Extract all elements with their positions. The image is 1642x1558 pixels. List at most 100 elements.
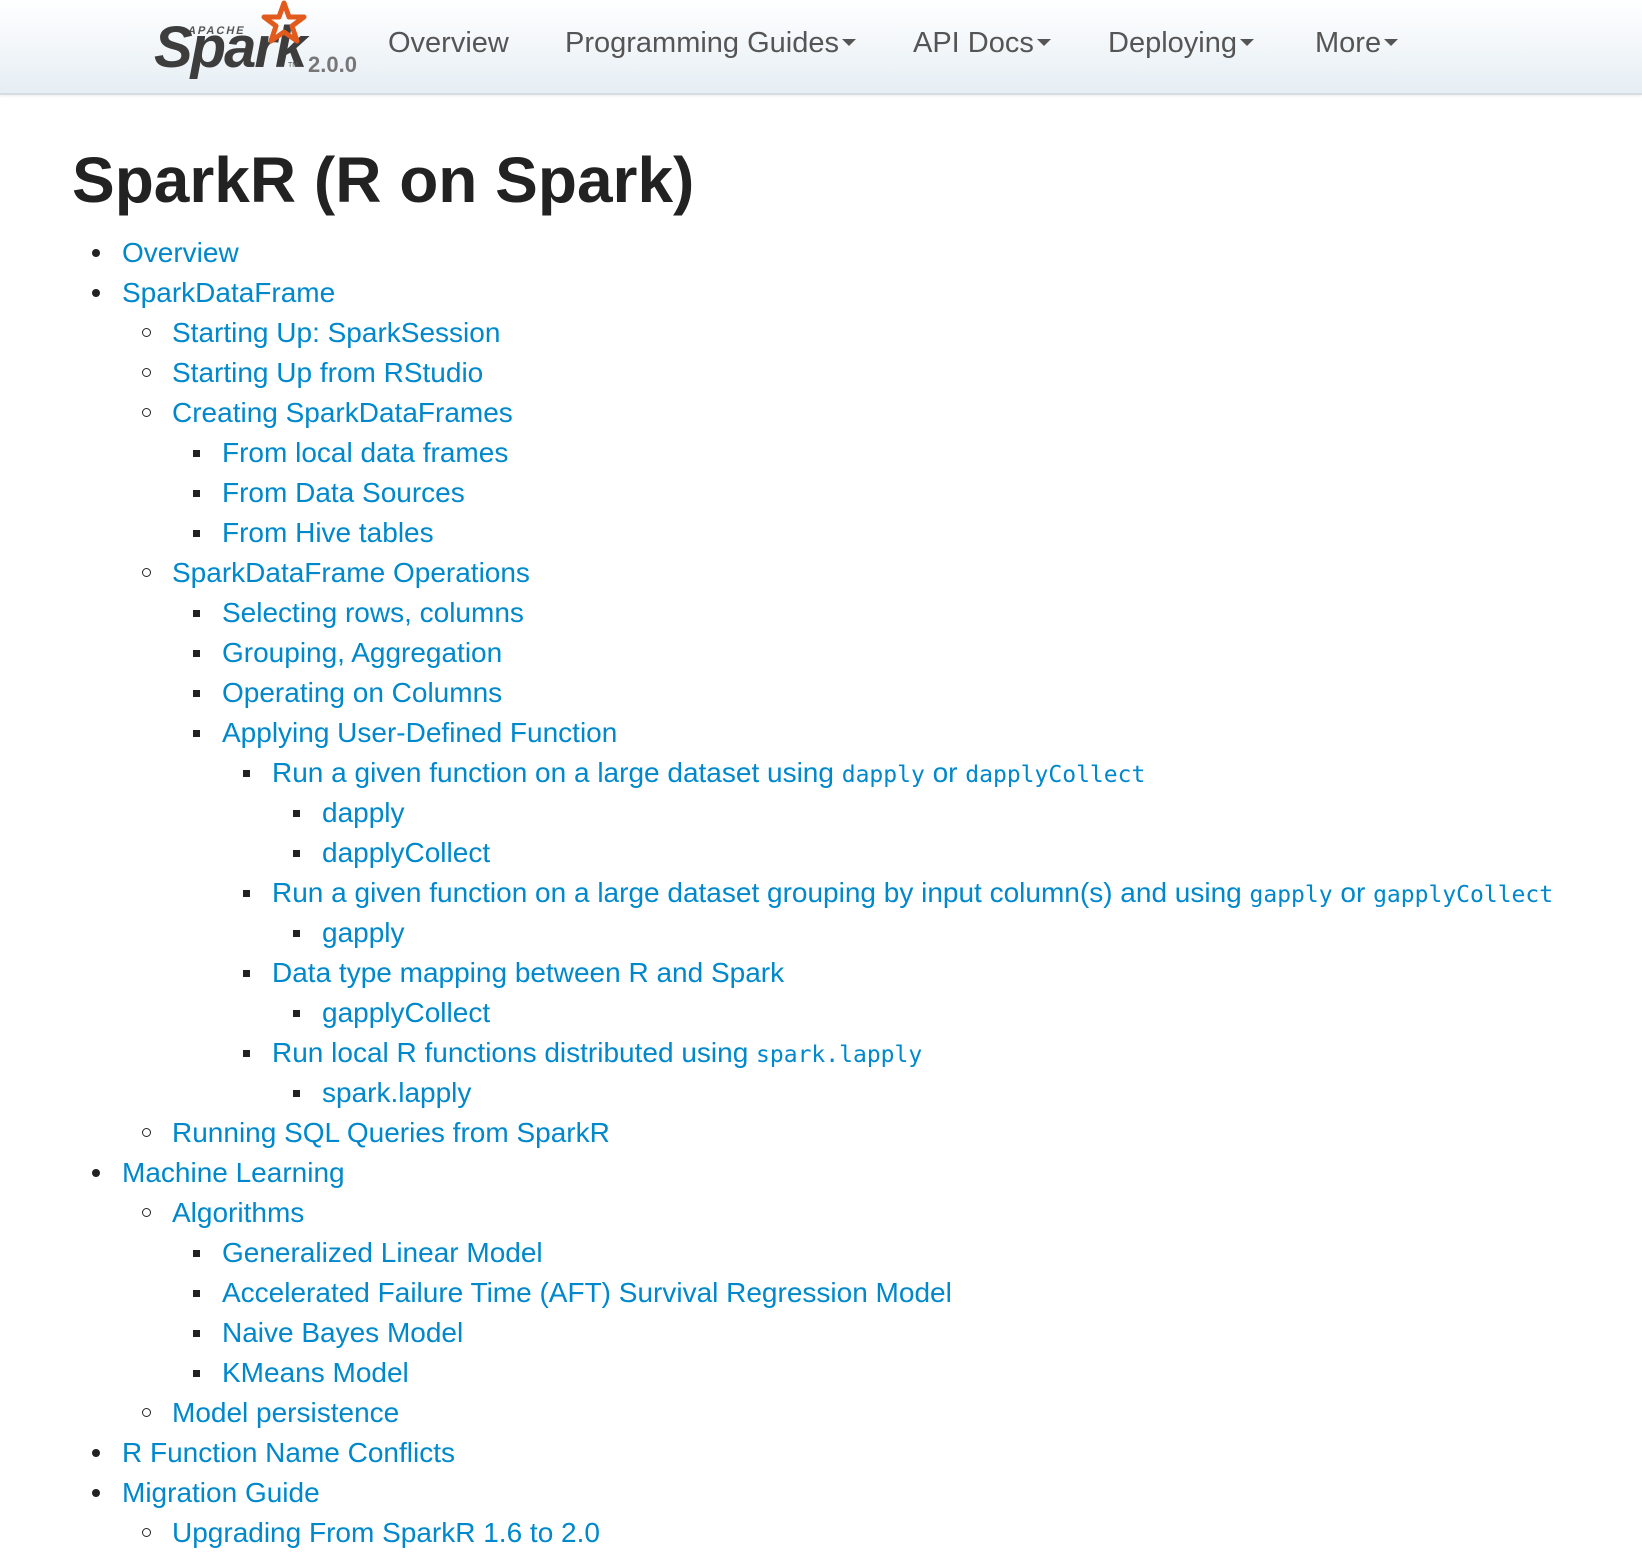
toc-link[interactable]: Grouping, Aggregation: [222, 637, 502, 668]
toc-item-level-2: SparkDataFrame Operations: [142, 553, 530, 593]
bullet-disc-icon: [92, 1169, 100, 1177]
toc-link[interactable]: Running SQL Queries from SparkR: [172, 1117, 610, 1148]
toc-link[interactable]: gapplyCollect: [322, 997, 490, 1028]
toc-item-level-5: dapply: [293, 793, 405, 833]
bullet-square-icon: [293, 1010, 300, 1017]
toc-link-text: Selecting rows, columns: [222, 597, 524, 628]
toc-link[interactable]: Migration Guide: [122, 1477, 320, 1508]
nav-api-docs[interactable]: API Docs: [913, 27, 1051, 60]
toc-link[interactable]: SparkDataFrame Operations: [172, 557, 530, 588]
toc-link-text: From local data frames: [222, 437, 509, 468]
toc-link[interactable]: KMeans Model: [222, 1357, 409, 1388]
nav-label: API Docs: [913, 27, 1034, 59]
toc-link-text: SparkDataFrame: [122, 277, 336, 308]
toc-link[interactable]: SparkDataFrame: [122, 277, 335, 308]
toc-link-text: Starting Up: SparkSession: [172, 317, 501, 348]
toc-item-level-3: Generalized Linear Model: [193, 1233, 543, 1273]
toc-link[interactable]: gapply: [322, 917, 405, 948]
toc-link-text: KMeans Model: [222, 1357, 409, 1388]
nav-label: Overview: [388, 27, 509, 59]
toc-item-level-2: Running SQL Queries from SparkR: [142, 1113, 610, 1153]
toc-item-level-1: SparkDataFrame: [92, 273, 335, 313]
toc-link[interactable]: Model persistence: [172, 1397, 399, 1428]
toc-link-text: gapplyCollect: [322, 997, 491, 1028]
bullet-square-icon: [243, 770, 250, 777]
toc-link[interactable]: spark.lapply: [322, 1077, 471, 1108]
toc-link[interactable]: Applying User-Defined Function: [222, 717, 617, 748]
caret-down-icon: [1239, 39, 1254, 47]
toc-link[interactable]: Naive Bayes Model: [222, 1317, 463, 1348]
toc-link[interactable]: Starting Up from RStudio: [172, 357, 483, 388]
toc-link[interactable]: Creating SparkDataFrames: [172, 397, 513, 428]
toc-link-text: Run a given function on a large dataset …: [272, 757, 842, 788]
toc-link[interactable]: Starting Up: SparkSession: [172, 317, 500, 348]
toc-item-level-3: Operating on Columns: [193, 673, 502, 713]
toc-link-text: Data type mapping between R and Spark: [272, 957, 785, 988]
toc-link-text: Grouping, Aggregation: [222, 637, 503, 668]
toc-item-level-4: Data type mapping between R and Spark: [243, 953, 784, 993]
toc-link[interactable]: From Hive tables: [222, 517, 434, 548]
toc-link[interactable]: Machine Learning: [122, 1157, 345, 1188]
toc-link[interactable]: dapply: [322, 797, 405, 828]
toc-item-level-3: Grouping, Aggregation: [193, 633, 502, 673]
bullet-circle-icon: [142, 328, 151, 337]
toc-link[interactable]: Operating on Columns: [222, 677, 502, 708]
nav-overview[interactable]: Overview: [388, 27, 509, 60]
bullet-circle-icon: [142, 368, 151, 377]
toc-link[interactable]: From Data Sources: [222, 477, 465, 508]
top-navbar: APACHE Spark TM 2.0.0 Overview Programmin…: [0, 0, 1642, 95]
toc-link[interactable]: Overview: [122, 237, 239, 268]
toc-link[interactable]: Selecting rows, columns: [222, 597, 524, 628]
bullet-circle-icon: [142, 408, 151, 417]
bullet-circle-icon: [142, 1408, 151, 1417]
toc-item-level-4: Run local R functions distributed using …: [243, 1033, 922, 1073]
toc-link-text: Algorithms: [172, 1197, 305, 1228]
toc-link[interactable]: From local data frames: [222, 437, 508, 468]
toc-item-level-1: Migration Guide: [92, 1473, 320, 1513]
toc-link-text: or: [924, 757, 966, 788]
toc-item-level-2: Starting Up: SparkSession: [142, 313, 500, 353]
nav-label: Programming Guides: [565, 27, 839, 59]
bullet-square-icon: [293, 810, 300, 817]
toc-link[interactable]: R Function Name Conflicts: [122, 1437, 455, 1468]
toc-link[interactable]: Upgrading From SparkR 1.6 to 2.0: [172, 1517, 600, 1548]
bullet-disc-icon: [92, 1489, 100, 1497]
toc-link-text: SparkDataFrame Operations: [172, 557, 530, 588]
bullet-circle-icon: [142, 568, 151, 577]
bullet-square-icon: [193, 1250, 200, 1257]
toc-link[interactable]: Accelerated Failure Time (AFT) Survival …: [222, 1277, 952, 1308]
toc-item-level-3: From Data Sources: [193, 473, 465, 513]
toc-link-text: spark.lapply: [322, 1077, 472, 1108]
toc-link-text: From Data Sources: [222, 477, 465, 508]
toc-link-code: gapplyCollect: [1373, 882, 1554, 908]
toc-item-level-2: Upgrading From SparkR 1.6 to 2.0: [142, 1513, 600, 1553]
toc-item-level-3: From local data frames: [193, 433, 508, 473]
bullet-square-icon: [293, 930, 300, 937]
toc-link[interactable]: Generalized Linear Model: [222, 1237, 543, 1268]
bullet-square-icon: [293, 850, 300, 857]
bullet-square-icon: [193, 730, 200, 737]
toc-link[interactable]: Algorithms: [172, 1197, 304, 1228]
version-label: 2.0.0: [308, 52, 357, 77]
bullet-square-icon: [193, 1330, 200, 1337]
bullet-circle-icon: [142, 1528, 151, 1537]
bullet-square-icon: [293, 1090, 300, 1097]
toc-item-level-3: Naive Bayes Model: [193, 1313, 463, 1353]
nav-deploying[interactable]: Deploying: [1108, 27, 1254, 60]
toc-item-level-5: gapplyCollect: [293, 993, 490, 1033]
toc-link-text: Naive Bayes Model: [222, 1317, 464, 1348]
toc-link[interactable]: Run a given function on a large dataset …: [272, 877, 1553, 908]
toc-link[interactable]: dapplyCollect: [322, 837, 490, 868]
toc-link[interactable]: Run a given function on a large dataset …: [272, 757, 1145, 788]
nav-label: More: [1315, 27, 1382, 59]
toc-link[interactable]: Run local R functions distributed using …: [272, 1037, 922, 1068]
spark-logo[interactable]: APACHE Spark TM 2.0.0: [150, 0, 370, 92]
toc-link-code: gapply: [1249, 882, 1333, 908]
toc-item-level-3: KMeans Model: [193, 1353, 409, 1393]
toc-link-text: Running SQL Queries from SparkR: [172, 1117, 610, 1148]
toc-link-text: Starting Up from RStudio: [172, 357, 484, 388]
nav-more[interactable]: More: [1315, 27, 1399, 60]
bullet-square-icon: [193, 490, 200, 497]
toc-link[interactable]: Data type mapping between R and Spark: [272, 957, 784, 988]
nav-programming-guides[interactable]: Programming Guides: [565, 27, 856, 60]
